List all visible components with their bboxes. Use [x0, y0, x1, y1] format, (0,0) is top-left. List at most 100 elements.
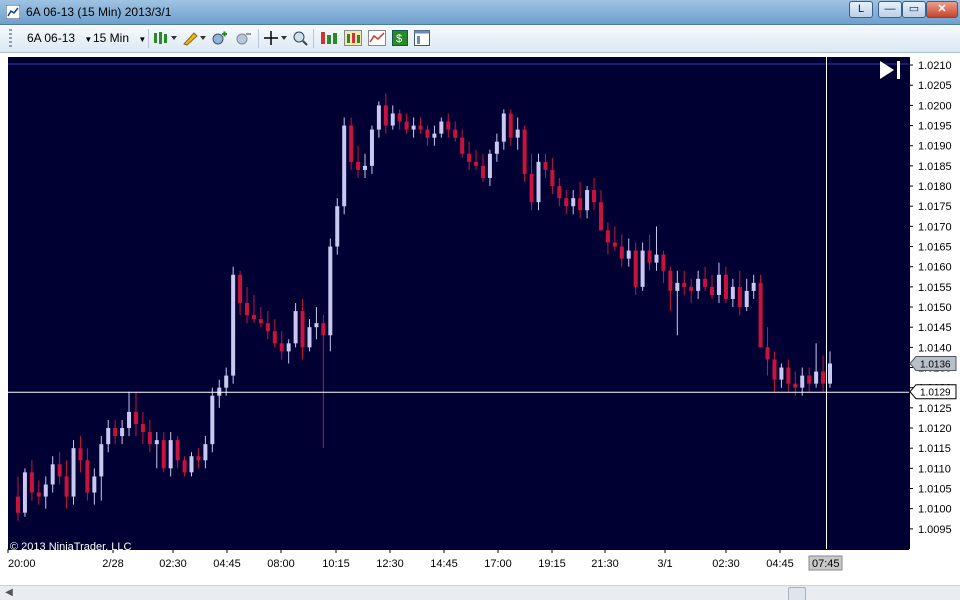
- dollar-icon[interactable]: $: [392, 30, 408, 46]
- candle-body: [619, 246, 624, 259]
- x-tick-label: 10:15: [322, 558, 350, 570]
- x-tick-label: 12:30: [376, 558, 404, 570]
- candle-body: [300, 311, 305, 348]
- candle-body: [411, 125, 416, 130]
- candle-body: [647, 250, 652, 263]
- candle-body: [314, 323, 319, 328]
- candle-body: [675, 282, 680, 291]
- candle-body: [605, 230, 610, 243]
- zoom-in-icon[interactable]: [211, 30, 229, 46]
- chart-panel[interactable]: 1.0210 1.0205 1.0200 1.0195 1.0190 1.0185 1.01…: [0, 53, 960, 585]
- candle-body: [744, 290, 749, 308]
- y-tick-label: 1.0205: [918, 80, 952, 92]
- candle-body: [508, 113, 513, 138]
- title-bar[interactable]: 6A 06-13 (15 Min) 2013/3/1 L — ▭ ✕: [0, 0, 960, 25]
- candle-body: [633, 250, 638, 287]
- chevron-down-icon: ▼: [84, 35, 93, 44]
- close-button[interactable]: ✕: [926, 1, 958, 18]
- x-tick-label: 19:15: [538, 558, 566, 570]
- candle-body: [404, 121, 409, 130]
- candle-body: [369, 129, 374, 166]
- candle-body: [175, 440, 180, 461]
- candle-body: [682, 282, 687, 287]
- candlestick-chart[interactable]: 1.0210 1.0205 1.0200 1.0195 1.0190 1.0185 1.01…: [0, 53, 960, 585]
- candle-body: [640, 250, 645, 287]
- candle-body: [307, 327, 312, 348]
- y-tick-label: 1.0180: [918, 181, 952, 193]
- y-tick-label: 1.0105: [918, 484, 952, 496]
- instrument-selector[interactable]: 6A 06-13 ▼: [27, 31, 92, 45]
- candle-body: [751, 282, 756, 291]
- candle-body: [716, 274, 721, 295]
- pencil-draw-icon[interactable]: [182, 30, 206, 46]
- minimize-icon: —: [884, 3, 896, 15]
- interval-selector[interactable]: 15 Min ▼: [93, 31, 146, 45]
- candle-body: [64, 476, 69, 497]
- candle-body: [543, 161, 548, 170]
- scroll-left-arrow-icon[interactable]: ◀: [2, 586, 16, 600]
- candle-body: [16, 496, 20, 513]
- candle-body: [272, 331, 277, 344]
- candle-body: [231, 274, 236, 376]
- y-tick-label: 1.0120: [918, 423, 952, 435]
- candle-body: [196, 456, 201, 461]
- link-l-button[interactable]: L: [849, 1, 873, 18]
- candle-body: [467, 153, 472, 162]
- instrument-label: 6A 06-13: [27, 31, 76, 45]
- bars-type-icon[interactable]: [153, 30, 177, 46]
- candle-body: [779, 367, 784, 380]
- candle-body: [626, 250, 631, 259]
- candle-body: [446, 121, 451, 130]
- candle-body: [772, 359, 777, 380]
- candle-body: [814, 371, 819, 384]
- strategies-icon[interactable]: [368, 30, 386, 46]
- candle-body: [821, 371, 826, 384]
- x-tick-label: 3/1: [657, 558, 672, 570]
- y-tick-label: 1.0195: [918, 121, 952, 133]
- minimize-button[interactable]: —: [878, 1, 902, 18]
- x-tick-label: 02:30: [712, 558, 740, 570]
- candle-body: [238, 274, 243, 303]
- candle-body: [203, 444, 208, 461]
- zoom-out-icon[interactable]: [235, 30, 253, 46]
- crosshair-price-marker: 1.0129: [909, 384, 957, 400]
- indicators-icon[interactable]: [344, 30, 362, 46]
- y-tick-label: 1.0140: [918, 342, 952, 354]
- toolbar-separator: [313, 29, 314, 48]
- maximize-button[interactable]: ▭: [902, 1, 926, 18]
- candle-body: [120, 428, 125, 437]
- candle-body: [106, 428, 111, 445]
- candle-body: [245, 303, 250, 316]
- maximize-icon: ▭: [908, 3, 920, 15]
- candle-body: [279, 343, 284, 352]
- candle-body: [460, 137, 465, 154]
- x-tick-label: 2/28: [102, 558, 123, 570]
- candle-body: [453, 129, 458, 138]
- candle-body: [522, 129, 527, 174]
- x-tick-label: 04:45: [213, 558, 241, 570]
- magnify-icon[interactable]: [292, 30, 308, 46]
- candle-body: [78, 448, 83, 461]
- toolbar-grip[interactable]: [9, 29, 12, 48]
- crosshair-price-label: 1.0129: [920, 388, 951, 399]
- candle-body: [793, 383, 798, 388]
- y-tick-label: 1.0095: [918, 524, 952, 536]
- chart-properties-icon[interactable]: [320, 30, 338, 46]
- candle-body: [432, 133, 437, 138]
- data-box-icon[interactable]: [414, 30, 430, 46]
- scroll-thumb[interactable]: [788, 587, 806, 600]
- candle-body: [210, 395, 215, 445]
- candle-body: [529, 173, 534, 203]
- svg-text:$: $: [396, 33, 402, 45]
- candle-body: [154, 440, 159, 445]
- candle-body: [564, 198, 569, 207]
- crosshair-icon[interactable]: [263, 30, 287, 46]
- candle-body: [536, 161, 541, 203]
- close-icon: ✕: [937, 3, 947, 15]
- candle-body: [578, 198, 583, 211]
- horizontal-scrollbar[interactable]: ◀: [0, 585, 960, 600]
- candle-body: [557, 186, 562, 199]
- candle-body: [397, 113, 402, 122]
- candle-body: [224, 375, 229, 388]
- plot-area[interactable]: [8, 57, 909, 549]
